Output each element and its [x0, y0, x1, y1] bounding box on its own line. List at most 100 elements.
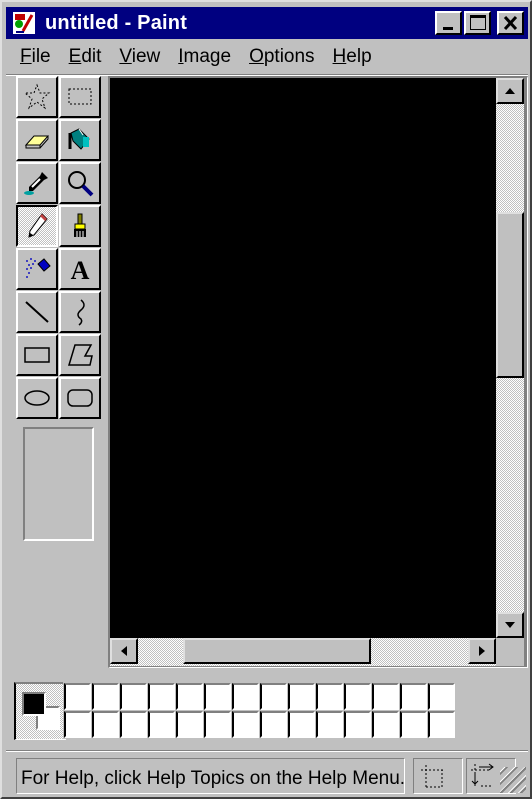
rect-select-icon [65, 82, 95, 112]
close-icon [503, 15, 518, 31]
ellipse-icon [22, 383, 52, 413]
tool-free-form-select[interactable] [16, 76, 58, 118]
resize-grip[interactable] [500, 767, 526, 793]
maximize-button[interactable] [464, 11, 491, 35]
curve-icon [65, 297, 95, 327]
menu-accelerator: H [332, 46, 347, 67]
palette-swatch[interactable] [371, 710, 400, 739]
window-title: untitled - Paint [45, 11, 188, 34]
line-icon [22, 297, 52, 327]
tool-rounded-rectangle[interactable] [59, 377, 101, 419]
palette-swatch[interactable] [91, 710, 120, 739]
color-box [6, 672, 528, 746]
menu-edit[interactable]: Edit [69, 46, 102, 68]
menu-file[interactable]: File [20, 46, 51, 68]
palette-swatch[interactable] [203, 710, 232, 739]
magnifier-icon [65, 168, 95, 198]
menu-options[interactable]: Options [249, 46, 314, 68]
palette-swatch[interactable] [287, 682, 316, 711]
scrollbar-corner [496, 638, 524, 666]
palette-swatch[interactable] [63, 710, 92, 739]
minimize-button[interactable] [435, 11, 462, 35]
palette-swatch[interactable] [315, 682, 344, 711]
menu-accelerator: F [20, 46, 32, 67]
polygon-icon [65, 340, 95, 370]
tool-polygon[interactable] [59, 334, 101, 376]
cursor-position-icon [421, 765, 444, 788]
vertical-scroll-thumb[interactable] [496, 212, 524, 378]
palette-swatch[interactable] [147, 710, 176, 739]
tool-magnifier[interactable] [59, 162, 101, 204]
tool-curve[interactable] [59, 291, 101, 333]
palette-swatch[interactable] [399, 682, 428, 711]
menu-label-rest: ile [31, 46, 51, 67]
title-bar[interactable]: untitled - Paint [6, 7, 528, 39]
tool-pencil[interactable] [16, 205, 58, 247]
palette-swatch[interactable] [343, 682, 372, 711]
free-form-select-icon [22, 82, 52, 112]
horizontal-scroll-thumb[interactable] [183, 638, 371, 664]
scroll-right-button[interactable] [468, 638, 496, 664]
minimize-icon [443, 27, 453, 30]
palette-swatch[interactable] [287, 710, 316, 739]
scroll-left-arrow-icon [121, 646, 127, 656]
palette-swatch[interactable] [259, 710, 288, 739]
eraser-icon [22, 125, 52, 155]
palette-swatch[interactable] [119, 710, 148, 739]
tool-ellipse[interactable] [16, 377, 58, 419]
scroll-down-arrow-icon [505, 622, 515, 628]
cursor-position-pane [413, 758, 463, 794]
palette-swatch[interactable] [427, 682, 456, 711]
selection-size-icon [471, 763, 494, 787]
tool-airbrush[interactable] [16, 248, 58, 290]
palette-swatch[interactable] [147, 682, 176, 711]
paint-bucket-icon [65, 125, 95, 155]
palette-swatch[interactable] [427, 710, 456, 739]
menu-accelerator: E [68, 46, 82, 67]
scroll-down-button[interactable] [496, 612, 524, 638]
drawing-canvas[interactable] [110, 78, 496, 638]
current-colors[interactable] [14, 682, 66, 740]
tool-eraser[interactable] [16, 119, 58, 161]
tool-fill-with-color[interactable] [59, 119, 101, 161]
scroll-up-button[interactable] [496, 78, 524, 104]
palette-swatch[interactable] [175, 710, 204, 739]
tool-select[interactable] [59, 76, 101, 118]
close-button[interactable] [497, 11, 524, 35]
rectangle-icon [22, 340, 52, 370]
palette-swatch[interactable] [259, 682, 288, 711]
palette-swatch[interactable] [231, 710, 260, 739]
paint-app-icon[interactable] [12, 11, 36, 35]
palette-swatch[interactable] [399, 710, 428, 739]
palette-swatch[interactable] [343, 710, 372, 739]
palette-swatch[interactable] [91, 682, 120, 711]
tool-rectangle[interactable] [16, 334, 58, 376]
horizontal-scrollbar[interactable] [110, 638, 496, 666]
palette-swatch[interactable] [175, 682, 204, 711]
tool-text[interactable]: A [59, 248, 101, 290]
palette-swatch[interactable] [231, 682, 260, 711]
vertical-scrollbar[interactable] [496, 78, 524, 638]
menu-help[interactable]: Help [333, 46, 372, 68]
tool-options-box[interactable] [23, 427, 94, 541]
tool-pick-color[interactable] [16, 162, 58, 204]
palette-swatch[interactable] [63, 682, 92, 711]
tool-line[interactable] [16, 291, 58, 333]
menu-image[interactable]: Image [178, 46, 231, 68]
palette-swatch[interactable] [371, 682, 400, 711]
status-separator [6, 750, 528, 752]
menu-accelerator: V [119, 46, 132, 67]
palette-swatch[interactable] [315, 710, 344, 739]
scroll-left-button[interactable] [110, 638, 138, 664]
palette-swatch[interactable] [119, 682, 148, 711]
menu-label-rest: iew [131, 46, 161, 67]
menu-label-rest: dit [81, 46, 102, 67]
tool-brush[interactable] [59, 205, 101, 247]
menu-label-rest: ptions [263, 46, 315, 67]
menu-view[interactable]: View [119, 46, 160, 68]
brush-icon [65, 211, 95, 241]
rounded-rectangle-icon [65, 383, 95, 413]
status-message: For Help, click Help Topics on the Help … [16, 758, 405, 794]
palette-swatch[interactable] [203, 682, 232, 711]
foreground-color-swatch[interactable] [22, 692, 46, 716]
